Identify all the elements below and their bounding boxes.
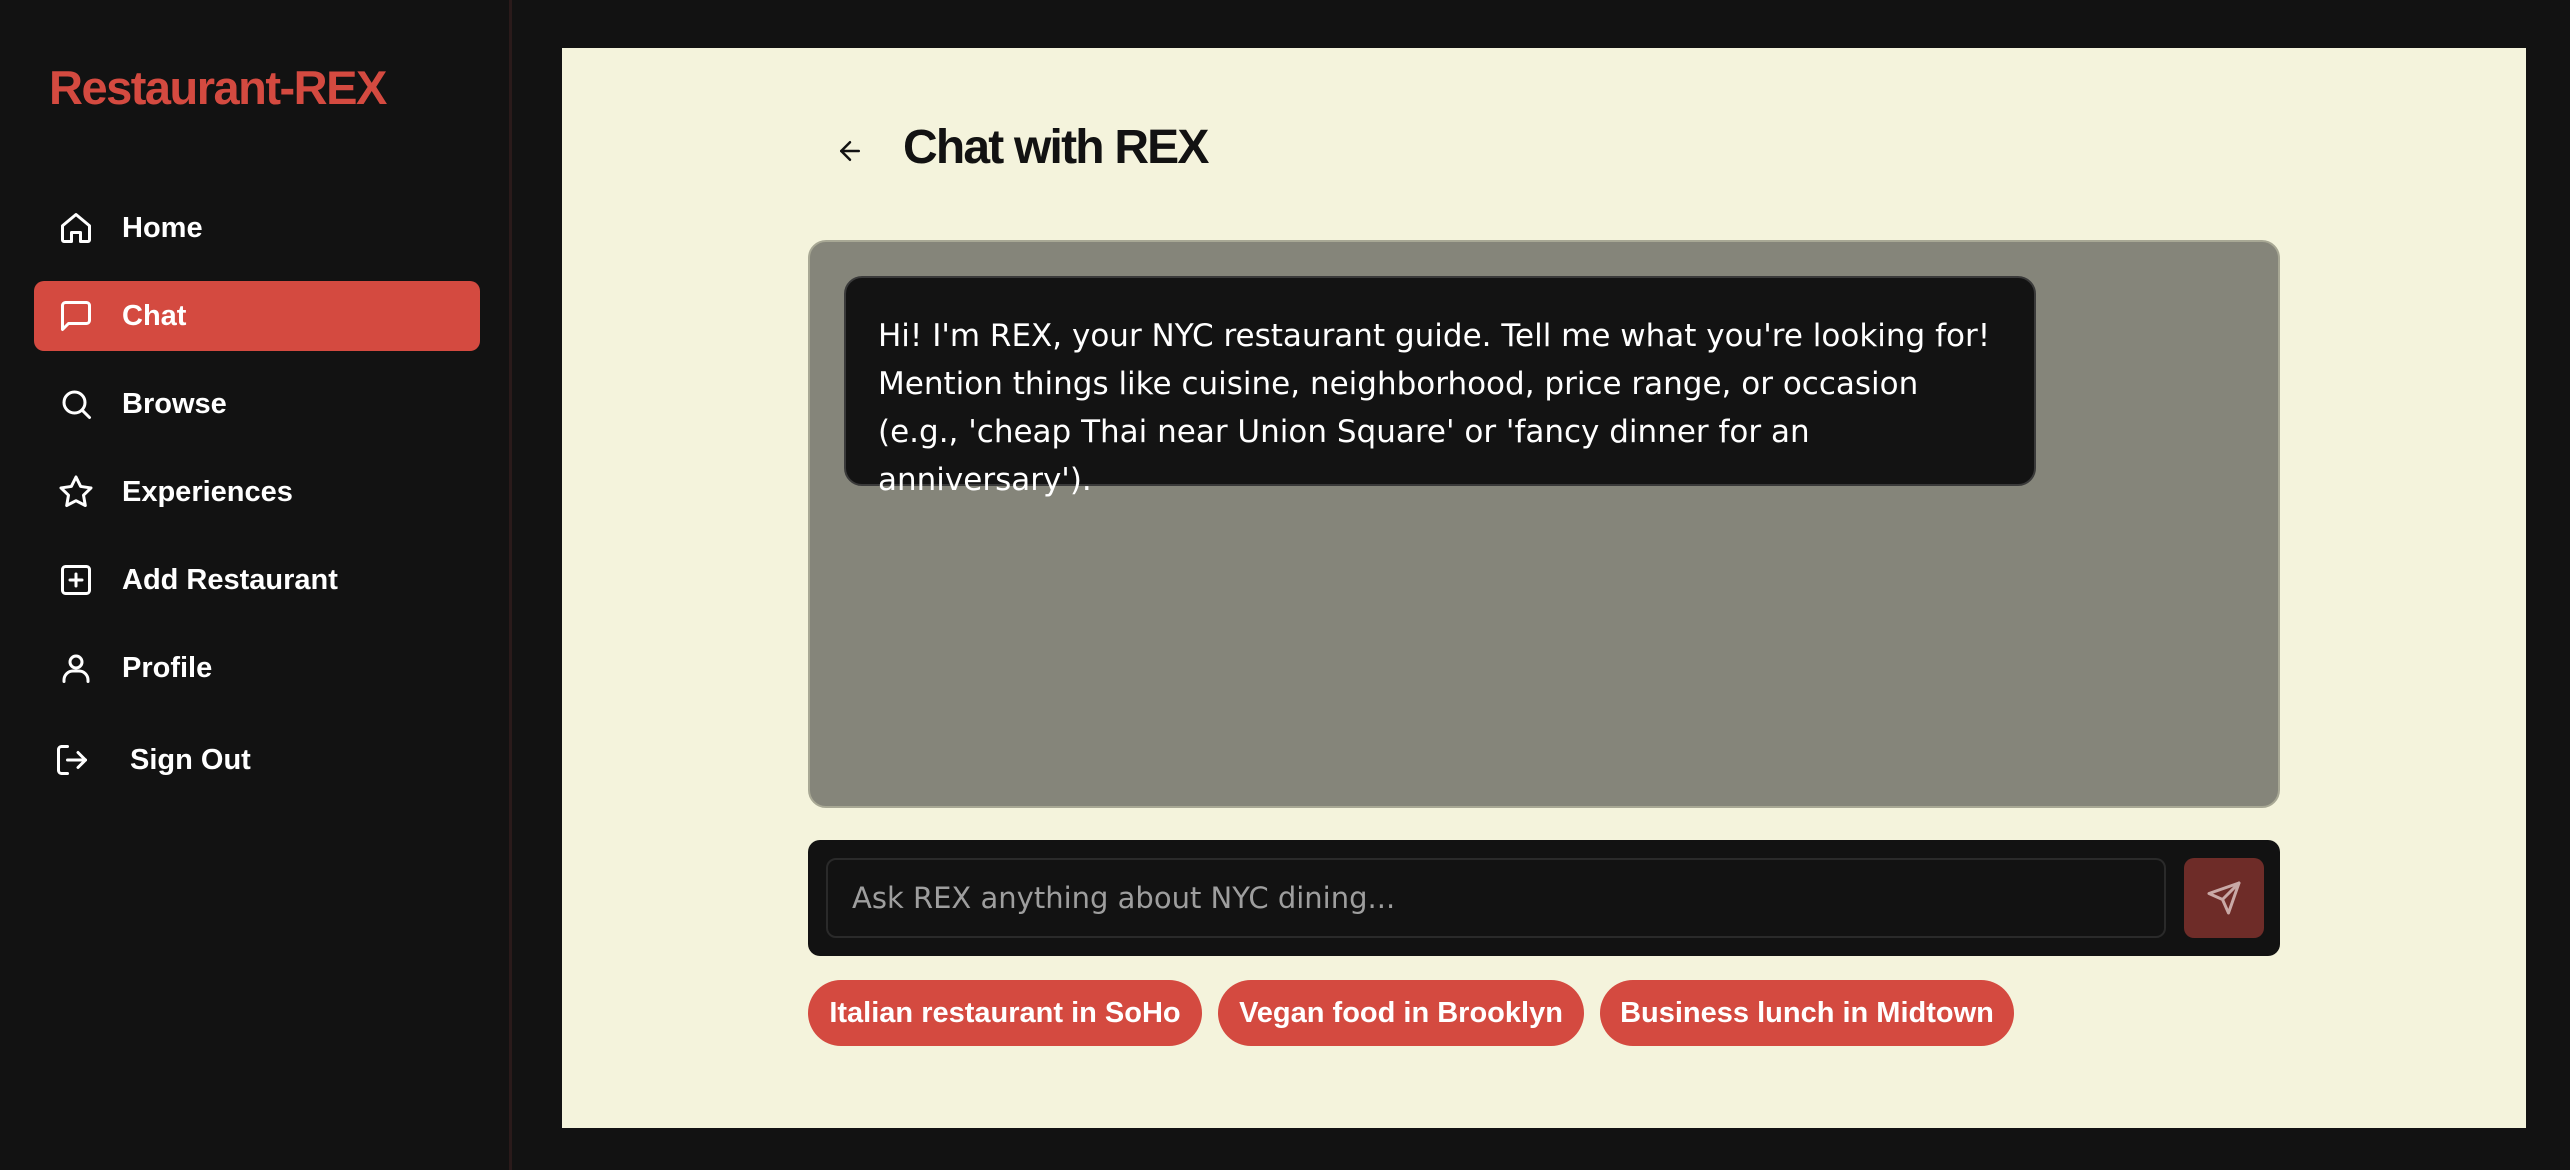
plus-square-icon [58,562,94,598]
sidebar-item-chat[interactable]: Chat [34,281,480,351]
user-icon [58,650,94,686]
sidebar-item-home[interactable]: Home [34,193,480,263]
back-button[interactable] [829,130,871,172]
suggestion-chip-italian-soho[interactable]: Italian restaurant in SoHo [808,980,1202,1046]
home-icon [58,210,94,246]
brand-logo[interactable]: Restaurant-REX [49,60,387,115]
composer-bar [808,840,2280,956]
sidebar-item-browse[interactable]: Browse [34,369,480,439]
message-square-icon [58,298,94,334]
page-title: Chat with REX [903,121,1209,174]
sidebar-item-add-restaurant[interactable]: Add Restaurant [34,545,480,615]
sidebar-item-label: Add Restaurant [122,563,338,596]
sidebar-item-label: Sign Out [130,743,251,776]
sidebar-item-profile[interactable]: Profile [34,633,480,703]
chat-input[interactable] [826,858,2166,938]
sidebar-item-label: Browse [122,387,227,420]
sidebar-item-label: Chat [122,299,187,332]
send-icon [2207,881,2241,915]
search-icon [58,386,94,422]
chat-messages-area[interactable]: Hi! I'm REX, your NYC restaurant guide. … [808,240,2280,808]
star-icon [58,474,94,510]
suggestion-chip-business-lunch-midtown[interactable]: Business lunch in Midtown [1600,980,2014,1046]
sidebar-item-sign-out[interactable]: Sign Out [34,725,480,795]
sidebar-item-experiences[interactable]: Experiences [34,457,480,527]
sidebar: Restaurant-REX Home Chat Browse Experien… [0,0,512,1170]
sidebar-item-label: Home [122,211,203,244]
arrow-left-icon [840,141,860,161]
sidebar-item-label: Experiences [122,475,293,508]
main-panel: Chat with REX Hi! I'm REX, your NYC rest… [562,48,2526,1128]
log-out-icon [54,742,90,778]
assistant-message-bubble: Hi! I'm REX, your NYC restaurant guide. … [844,276,2036,498]
suggestion-chip-vegan-brooklyn[interactable]: Vegan food in Brooklyn [1218,980,1584,1046]
sidebar-item-label: Profile [122,651,213,684]
send-button[interactable] [2184,858,2264,938]
